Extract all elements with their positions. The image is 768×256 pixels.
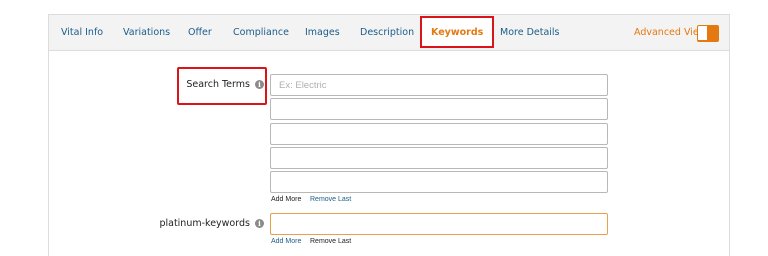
- platinum-keywords-remove-last-link[interactable]: Remove Last: [310, 238, 351, 245]
- search-terms-remove-last-link[interactable]: Remove Last: [310, 196, 351, 203]
- tab-more-details[interactable]: More Details: [500, 15, 560, 51]
- platinum-keywords-label: platinum-keywords: [159, 218, 250, 229]
- search-terms-add-more-link[interactable]: Add More: [271, 196, 301, 203]
- platinum-keywords-field[interactable]: [270, 213, 608, 235]
- info-icon[interactable]: i: [255, 80, 264, 89]
- tab-keywords[interactable]: Keywords: [420, 16, 495, 48]
- platinum-keywords-add-more-link[interactable]: Add More: [271, 238, 301, 245]
- info-icon[interactable]: i: [255, 219, 264, 228]
- toggle-knob: [698, 26, 707, 40]
- advanced-view-label: Advanced View: [634, 27, 707, 38]
- search-term-field-5[interactable]: [270, 171, 608, 193]
- search-term-field-4[interactable]: [270, 147, 608, 169]
- tab-bar: Vital Info Variations Offer Compliance I…: [49, 15, 729, 51]
- tab-offer[interactable]: Offer: [188, 15, 212, 51]
- platinum-keywords-label-row: platinum-keywords i: [150, 218, 264, 229]
- search-term-field-1[interactable]: [270, 74, 608, 96]
- search-terms-label-row: Search Terms i: [180, 79, 264, 90]
- advanced-view-toggle[interactable]: [697, 25, 719, 42]
- tab-variations[interactable]: Variations: [123, 15, 170, 51]
- search-term-field-3[interactable]: [270, 123, 608, 145]
- tab-vital-info[interactable]: Vital Info: [61, 15, 103, 51]
- tab-images[interactable]: Images: [305, 15, 340, 51]
- tab-compliance[interactable]: Compliance: [233, 15, 289, 51]
- tab-description[interactable]: Description: [360, 15, 414, 51]
- search-terms-label: Search Terms: [186, 79, 250, 90]
- search-term-field-2[interactable]: [270, 98, 608, 120]
